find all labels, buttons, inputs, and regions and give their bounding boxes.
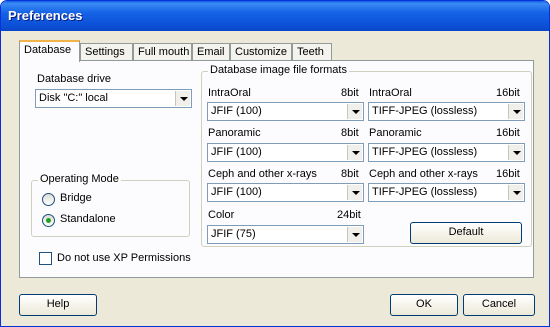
tab-teeth[interactable]: Teeth: [292, 43, 332, 61]
ceph-16bit-value: TIFF-JPEG (lossless): [372, 186, 478, 198]
chevron-down-icon[interactable]: [508, 104, 523, 119]
cancel-button[interactable]: Cancel: [463, 294, 535, 316]
intraoral-8bit-value: JFIF (100): [211, 105, 262, 117]
ceph-8bit-value: JFIF (100): [211, 186, 262, 198]
panoramic-8bit-value: JFIF (100): [211, 146, 262, 158]
panoramic-16bit-bits: 16bit: [496, 127, 520, 139]
panoramic-8bit-label: Panoramic: [208, 127, 261, 139]
default-button[interactable]: Default: [410, 222, 522, 244]
chevron-down-icon[interactable]: [508, 185, 523, 200]
help-button[interactable]: Help: [19, 294, 97, 316]
ceph-8bit-select[interactable]: JFIF (100): [207, 183, 364, 202]
xp-permissions-label[interactable]: Do not use XP Permissions: [57, 252, 191, 264]
preferences-dialog: Preferences Database Settings Full mouth…: [0, 0, 550, 327]
intraoral-8bit-label: IntraOral: [208, 87, 251, 99]
chevron-down-icon[interactable]: [347, 104, 362, 119]
panoramic-16bit-label: Panoramic: [369, 127, 422, 139]
database-drive-label: Database drive: [37, 73, 111, 85]
database-tab-panel: Database drive Disk "C:" local Operating…: [19, 60, 534, 278]
ceph-16bit-label: Ceph and other x-rays: [369, 168, 478, 180]
bridge-radio-label[interactable]: Bridge: [60, 192, 92, 204]
ok-button[interactable]: OK: [390, 294, 458, 316]
color-bits: 24bit: [337, 209, 361, 221]
tab-settings[interactable]: Settings: [80, 43, 133, 61]
ceph-16bit-bits: 16bit: [496, 168, 520, 180]
chevron-down-icon[interactable]: [175, 91, 190, 106]
ceph-16bit-select[interactable]: TIFF-JPEG (lossless): [368, 183, 525, 202]
chevron-down-icon[interactable]: [508, 145, 523, 160]
standalone-radio[interactable]: [42, 214, 55, 227]
panoramic-16bit-value: TIFF-JPEG (lossless): [372, 146, 478, 158]
color-value: JFIF (75): [211, 228, 256, 240]
intraoral-16bit-select[interactable]: TIFF-JPEG (lossless): [368, 102, 525, 121]
image-formats-group: Database image file formats IntraOral 8b…: [201, 64, 532, 247]
color-label: Color: [208, 209, 235, 221]
chevron-down-icon[interactable]: [347, 185, 362, 200]
tab-customize[interactable]: Customize: [230, 43, 292, 61]
intraoral-16bit-label: IntraOral: [369, 87, 412, 99]
image-formats-legend: Database image file formats: [208, 64, 349, 76]
title-bar[interactable]: Preferences: [1, 1, 549, 31]
ceph-8bit-bits: 8bit: [341, 168, 359, 180]
panoramic-8bit-bits: 8bit: [341, 127, 359, 139]
database-drive-value: Disk "C:" local: [39, 92, 108, 104]
bridge-radio[interactable]: [42, 193, 55, 206]
intraoral-8bit-bits: 8bit: [341, 87, 359, 99]
xp-permissions-checkbox[interactable]: [39, 252, 52, 265]
tab-full-mouth[interactable]: Full mouth: [133, 43, 192, 61]
ceph-8bit-label: Ceph and other x-rays: [208, 168, 317, 180]
intraoral-16bit-bits: 16bit: [496, 87, 520, 99]
tab-email[interactable]: Email: [192, 43, 230, 61]
color-select[interactable]: JFIF (75): [207, 225, 364, 244]
panoramic-8bit-select[interactable]: JFIF (100): [207, 143, 364, 162]
panoramic-16bit-select[interactable]: TIFF-JPEG (lossless): [368, 143, 525, 162]
chevron-down-icon[interactable]: [347, 227, 362, 242]
operating-mode-group: Operating Mode Bridge Standalone: [31, 173, 190, 237]
operating-mode-legend: Operating Mode: [38, 173, 121, 185]
chevron-down-icon[interactable]: [347, 145, 362, 160]
database-drive-select[interactable]: Disk "C:" local: [35, 89, 192, 108]
tab-database[interactable]: Database: [19, 40, 80, 62]
window-title: Preferences: [8, 8, 83, 23]
intraoral-8bit-select[interactable]: JFIF (100): [207, 102, 364, 121]
intraoral-16bit-value: TIFF-JPEG (lossless): [372, 105, 478, 117]
standalone-radio-label[interactable]: Standalone: [60, 213, 116, 225]
